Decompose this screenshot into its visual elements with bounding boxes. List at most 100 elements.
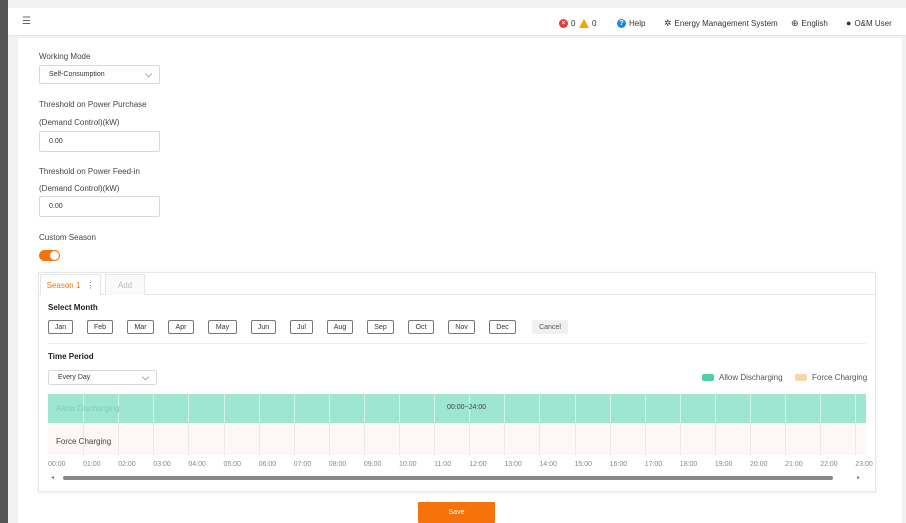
season-card: Season 1 ⋮ Add Select Month Jan Feb Mar … <box>38 272 876 492</box>
tab-add-label: Add <box>117 280 133 290</box>
more-vertical-icon[interactable]: ⋮ <box>86 281 94 290</box>
hour-tick-label: 03:00 <box>153 461 171 468</box>
user-label: O&M User <box>854 18 892 28</box>
language-label: English <box>801 18 828 28</box>
top-bar: ☰ × 0 0 ? Help ✲ Energy Management Syste… <box>8 8 906 36</box>
month-button-jul[interactable]: Jul <box>290 320 313 334</box>
hour-gridline <box>750 423 751 455</box>
month-button-mar[interactable]: Mar <box>127 320 154 334</box>
cancel-button[interactable]: Cancel <box>532 320 568 334</box>
allow-swatch <box>702 374 714 381</box>
warning-icon <box>579 18 589 28</box>
hour-tick-label: 22:00 <box>820 461 838 468</box>
hour-gridline <box>399 423 400 455</box>
time-period-title: Time Period <box>48 352 94 361</box>
hour-gridline <box>820 423 822 455</box>
error-count: 0 <box>571 18 576 28</box>
hour-tick-label: 09:00 <box>363 461 382 468</box>
feedin-threshold-unit-label: (Demand Control)(kW) <box>39 184 120 193</box>
purchase-threshold-input[interactable]: 0.00 <box>39 131 160 152</box>
hour-tick-label: 17:00 <box>644 461 663 468</box>
hour-tick-label: 19:00 <box>714 461 733 468</box>
hour-gridline <box>679 423 681 455</box>
window-left-edge <box>0 0 8 523</box>
hour-tick-label: 01:00 <box>83 461 101 468</box>
scroll-right-icon[interactable]: ▸ <box>857 474 860 482</box>
user-icon: ● <box>846 18 852 28</box>
hour-gridline <box>153 423 155 455</box>
user-menu[interactable]: ● O&M User <box>846 17 892 29</box>
legend-allow-label: Allow Discharging <box>719 373 783 382</box>
tab-add[interactable]: Add <box>105 274 145 295</box>
save-button[interactable]: Save <box>418 502 495 523</box>
legend-force-charging: Force Charging <box>795 373 867 382</box>
chevron-down-icon <box>144 69 153 78</box>
month-button-feb[interactable]: Feb <box>87 320 113 334</box>
hour-tick-label: 04:00 <box>188 461 206 468</box>
system-menu[interactable]: ✲ Energy Management System <box>664 17 778 29</box>
allow-range-label: 00:00~24:00 <box>447 404 487 411</box>
divider <box>48 343 866 344</box>
force-charging-row[interactable] <box>48 423 866 455</box>
working-mode-select[interactable]: Self-Consumption <box>39 65 160 84</box>
system-label: Energy Management System <box>674 18 778 28</box>
month-button-dec[interactable]: Dec <box>489 320 516 334</box>
time-period-timeline[interactable]: Allow Discharging Force Charging 00:00~2… <box>48 394 866 456</box>
language-menu[interactable]: ⊕ English <box>791 17 828 29</box>
month-button-aug[interactable]: Aug <box>327 320 353 334</box>
working-mode-value: Self-Consumption <box>49 71 105 78</box>
legend-allow-discharging: Allow Discharging <box>702 373 783 382</box>
month-button-sep[interactable]: Sep <box>367 320 394 334</box>
purchase-threshold-unit-label: (Demand Control)(kW) <box>39 118 120 127</box>
toggle-knob <box>50 251 59 260</box>
hour-gridline <box>363 423 365 455</box>
month-button-jan[interactable]: Jan <box>48 320 73 334</box>
hour-gridline <box>504 423 506 455</box>
warning-count: 0 <box>592 18 597 28</box>
hour-tick-label: 13:00 <box>504 461 522 468</box>
hour-gridline <box>469 423 471 455</box>
warning-indicator[interactable]: 0 <box>579 17 596 29</box>
hour-gridline <box>785 423 787 455</box>
menu-toggle-icon[interactable]: ☰ <box>22 17 32 27</box>
purchase-threshold-value: 0.00 <box>49 138 63 145</box>
help-link[interactable]: ? Help <box>617 17 645 29</box>
hour-tick-label: 08:00 <box>328 461 347 468</box>
hour-gridline <box>644 423 646 455</box>
feedin-threshold-input[interactable]: 0.00 <box>39 196 160 217</box>
month-button-apr[interactable]: Apr <box>168 320 194 334</box>
hour-tick-label: 14:00 <box>539 461 557 468</box>
hour-gridline <box>188 423 190 455</box>
gear-icon: ✲ <box>664 17 672 28</box>
scroll-left-icon[interactable]: ◂ <box>51 474 54 482</box>
month-button-nov[interactable]: Nov <box>448 320 475 334</box>
month-button-may[interactable]: May <box>208 320 237 334</box>
hour-gridline <box>293 423 295 455</box>
period-value: Every Day <box>58 374 91 381</box>
feedin-threshold-label: Threshold on Power Feed-in <box>39 167 140 176</box>
error-icon: × <box>559 18 568 28</box>
chevron-down-icon <box>141 372 150 381</box>
help-label: Help <box>629 18 646 28</box>
hour-tick-label: 15:00 <box>574 461 593 468</box>
month-button-oct[interactable]: Oct <box>408 320 434 334</box>
period-select[interactable]: Every Day <box>48 370 157 385</box>
hour-tick-label: 05:00 <box>223 461 242 468</box>
legend-force-label: Force Charging <box>812 373 868 382</box>
custom-season-label: Custom Season <box>39 233 96 242</box>
allow-row-label: Allow Discharging <box>56 404 120 413</box>
month-button-jun[interactable]: Jun <box>251 320 276 334</box>
tab-season-1-label: Season 1 <box>46 280 81 290</box>
hour-gridline <box>714 423 716 455</box>
help-icon: ? <box>617 18 626 28</box>
hour-tick-label: 07:00 <box>293 461 312 468</box>
working-mode-label: Working Mode <box>39 52 91 61</box>
purchase-threshold-label: Threshold on Power Purchase <box>39 100 147 109</box>
error-indicator[interactable]: × 0 <box>559 17 575 29</box>
tab-season-1[interactable]: Season 1 ⋮ <box>40 274 101 295</box>
custom-season-toggle[interactable] <box>39 250 60 261</box>
hour-tick-label: 10:00 <box>399 461 417 468</box>
timeline-scrollbar[interactable]: ◂ ▸ <box>48 474 866 482</box>
hour-gridline <box>539 423 541 455</box>
scrollbar-thumb[interactable] <box>63 476 833 480</box>
